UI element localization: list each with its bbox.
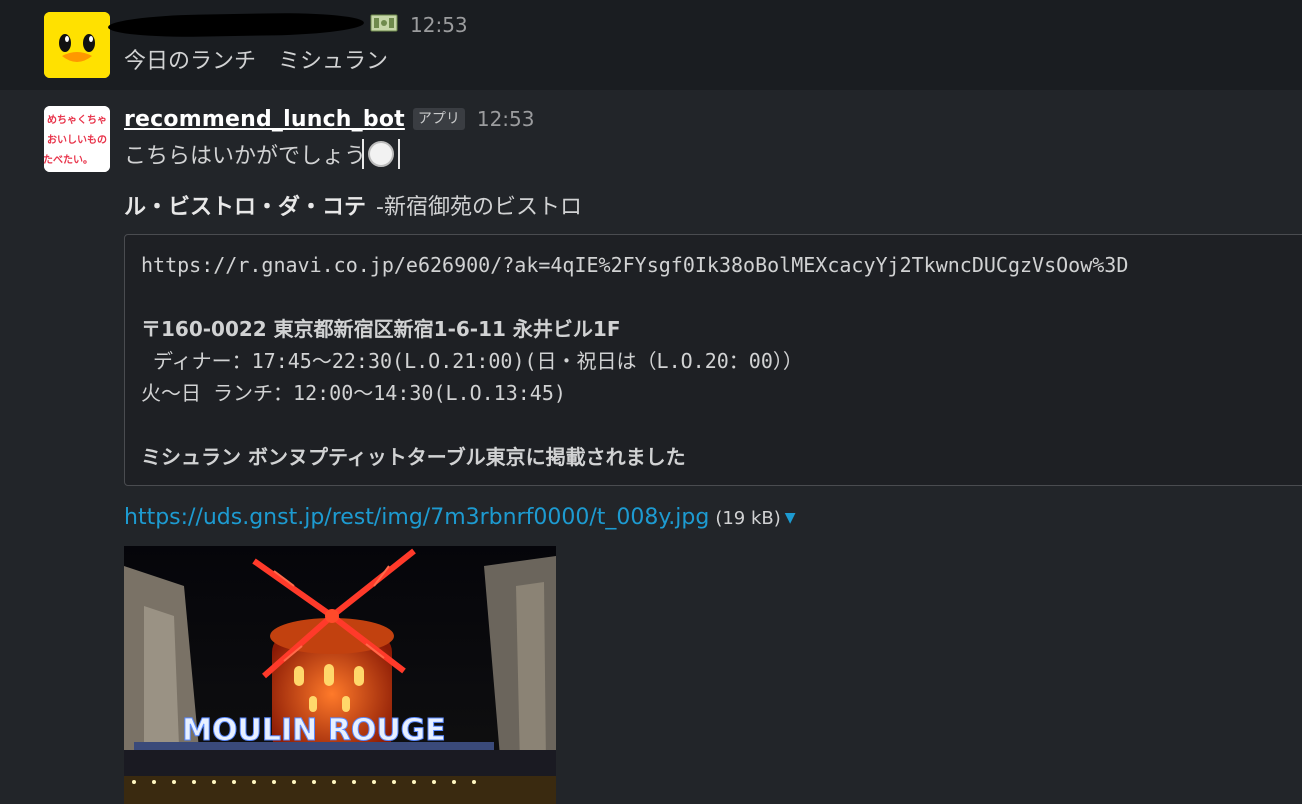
address-line: 〒160-0022 東京都新宿区新宿1-6-11 永井ビル1F bbox=[141, 317, 621, 341]
image-link-row: https://uds.gnst.jp/rest/img/7m3rbnrf000… bbox=[124, 500, 796, 536]
avatar-text-line-2: おいしいもの bbox=[47, 134, 107, 146]
money-bill-icon bbox=[370, 14, 398, 37]
attachment-subtitle: -新宿御苑のビストロ bbox=[376, 195, 582, 220]
redacted-username[interactable] bbox=[107, 11, 365, 39]
attachment-code-block: https://r.gnavi.co.jp/e626900/?ak=4qIE%2… bbox=[124, 234, 1302, 486]
timestamp[interactable]: 12:53 bbox=[410, 13, 468, 37]
message-1[interactable]: 12:53 今日のランチ ミシュラン bbox=[0, 0, 1302, 90]
bot-avatar[interactable]: めちゃくちゃ おいしいもの たべたい。 bbox=[44, 106, 110, 172]
attachment-url-line[interactable]: https://r.gnavi.co.jp/e626900/?ak=4qIE%2… bbox=[141, 249, 1297, 281]
caret-down-icon[interactable]: ▼ bbox=[785, 510, 796, 526]
timestamp[interactable]: 12:53 bbox=[477, 107, 535, 131]
message-2-header: recommend_lunch_bot アプリ 12:53 bbox=[124, 104, 535, 134]
attachment-title-line: ル・ビストロ・ダ・コテ -新宿御苑のビストロ bbox=[124, 190, 582, 226]
image-link[interactable]: https://uds.gnst.jp/rest/img/7m3rbnrf000… bbox=[124, 505, 709, 530]
fork-knife-plate-icon bbox=[362, 139, 401, 169]
message-1-header: 12:53 bbox=[107, 10, 468, 40]
sender-name[interactable]: recommend_lunch_bot bbox=[124, 107, 405, 132]
attachment-title: ル・ビストロ・ダ・コテ bbox=[124, 195, 367, 220]
message-2[interactable]: めちゃくちゃ おいしいもの たべたい。 recommend_lunch_bot … bbox=[0, 90, 1302, 804]
michelin-line: ミシュラン ボンヌプティットターブル東京に掲載されました bbox=[141, 445, 686, 469]
dinner-hours-line: ディナー：17:45〜22:30(L.O.21:00)(日・祝日は（L.O.20… bbox=[141, 349, 803, 373]
file-size: (19 kB) bbox=[715, 508, 781, 529]
app-badge: アプリ bbox=[412, 108, 465, 130]
duck-avatar[interactable] bbox=[44, 12, 110, 78]
lunch-hours-line: 火〜日 ランチ：12:00〜14:30(L.O.13:45) bbox=[141, 381, 566, 405]
moulin-rouge-sign-text: MOULIN ROUGE bbox=[182, 713, 446, 748]
message-body: こちらはいかがでしょう bbox=[124, 144, 367, 169]
avatar-text-line-1: めちゃくちゃ bbox=[47, 114, 107, 126]
message-text: こちらはいかがでしょう bbox=[124, 138, 401, 176]
moulin-rouge-image[interactable]: MOULIN ROUGE bbox=[124, 546, 556, 804]
message-text: 今日のランチ ミシュラン bbox=[124, 49, 389, 74]
avatar-text-line-3: たべたい。 bbox=[44, 154, 93, 166]
